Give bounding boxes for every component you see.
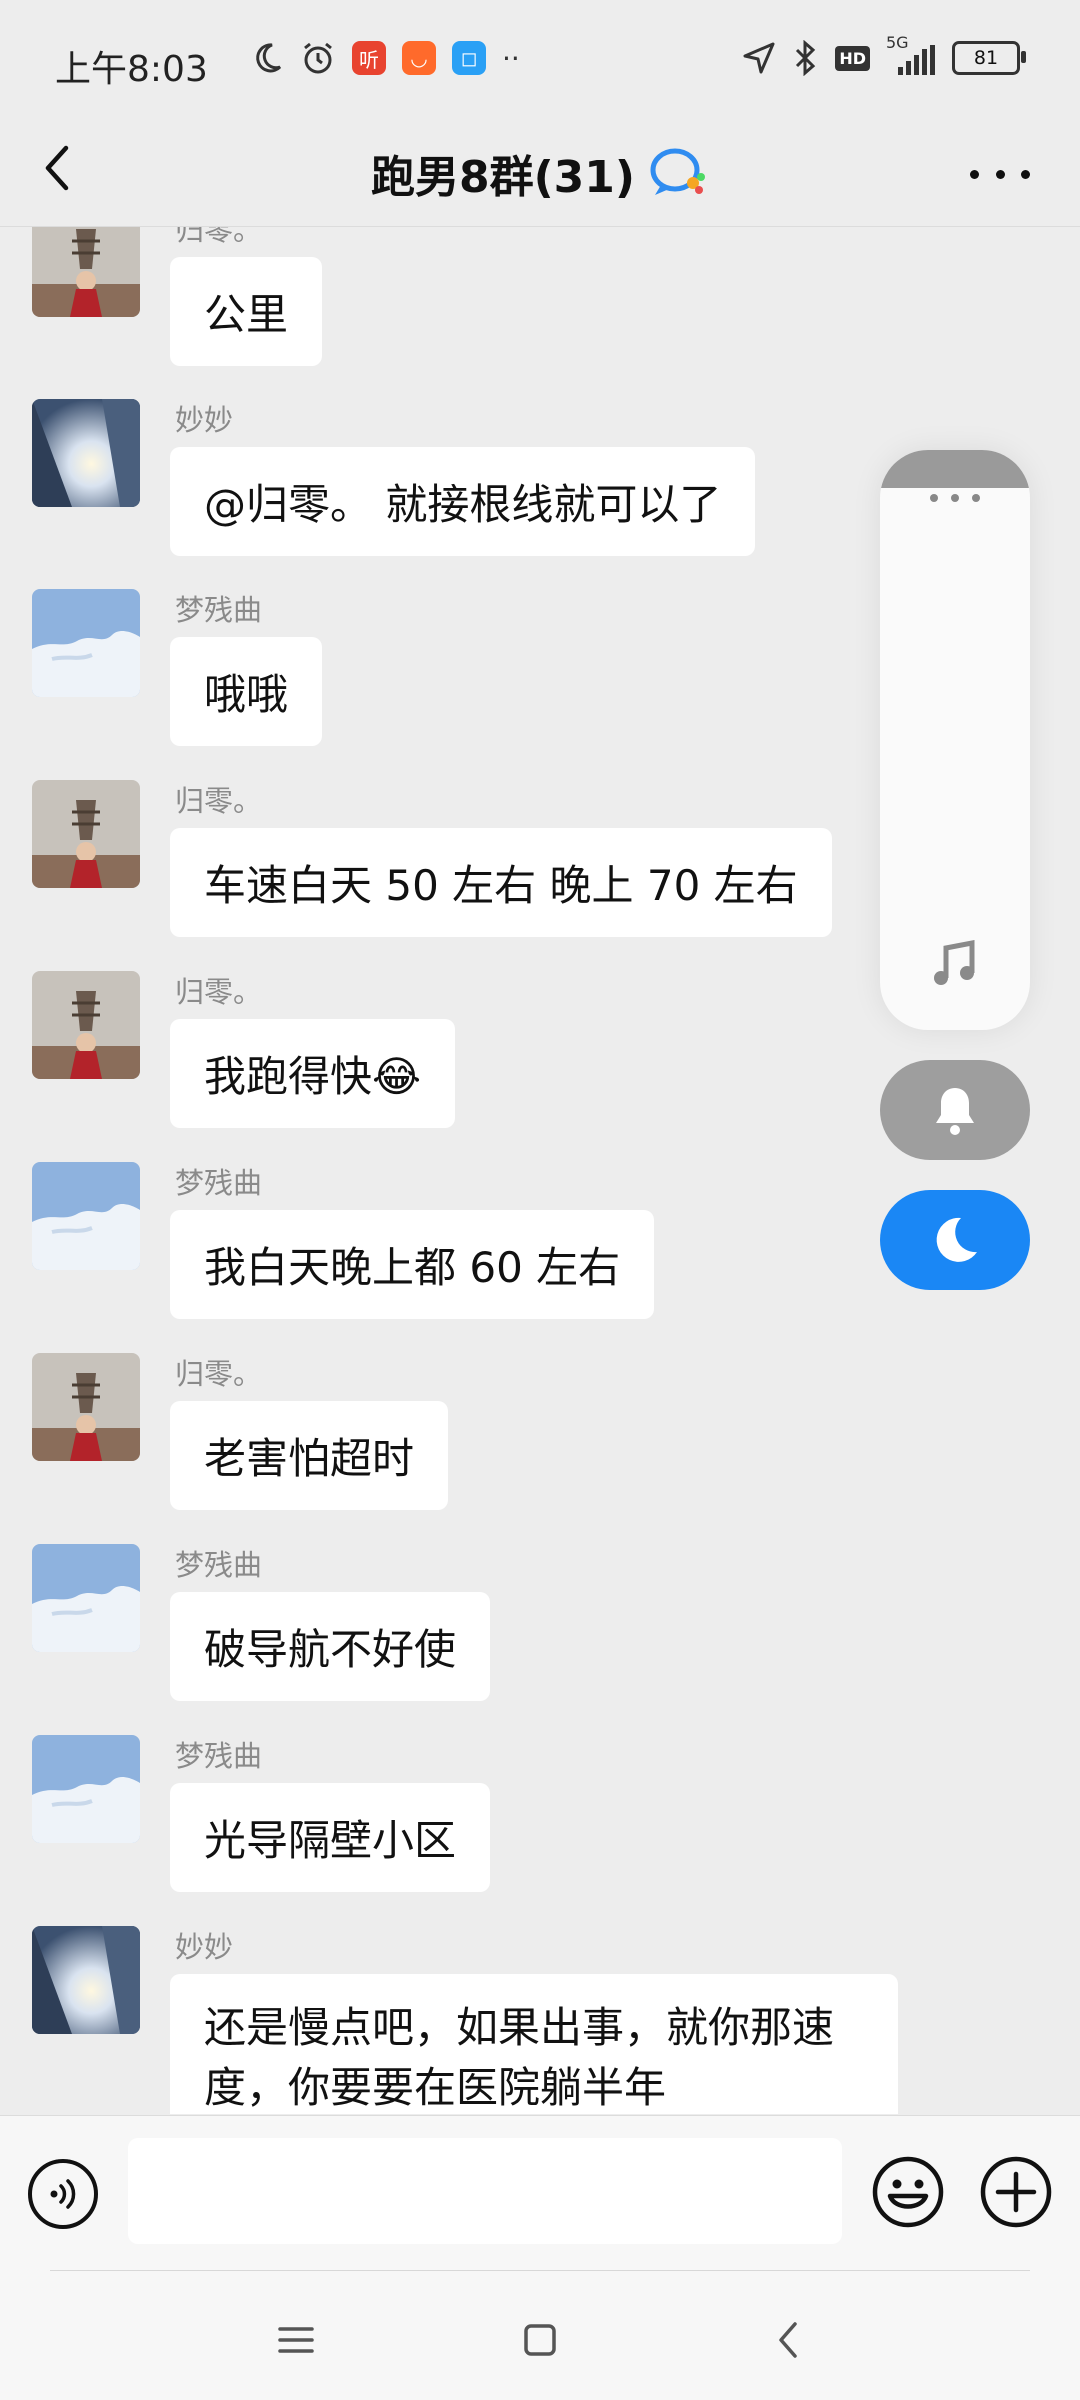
moon-icon [936, 1217, 977, 1262]
message-bubble[interactable]: 破导航不好使 [170, 1592, 491, 1701]
floating-control-panel[interactable] [880, 450, 1030, 1030]
bell-icon [936, 1088, 974, 1135]
sunset-building-avatar[interactable] [32, 399, 140, 507]
chat-title: 跑男8群(31) [370, 152, 636, 203]
tower-avatar[interactable] [32, 780, 140, 888]
sender-name: 梦残曲 [175, 593, 263, 627]
message-bubble[interactable]: 老害怕超时 [170, 1401, 449, 1510]
plus-circle-icon [980, 2156, 1052, 2228]
more-options-button[interactable] [970, 154, 1030, 194]
listen-app-icon: 听 [352, 41, 386, 75]
message-bubble[interactable]: 我跑得快😂 [170, 1019, 456, 1128]
sunset-building-avatar[interactable] [32, 1926, 140, 2034]
nav-divider [50, 2270, 1030, 2271]
add-attachment-button[interactable] [978, 2154, 1054, 2230]
message-bubble[interactable]: 哦哦 [170, 637, 323, 746]
bluetooth-icon [796, 40, 816, 76]
sky-cloud-avatar[interactable] [32, 1735, 140, 1843]
smiley-icon [872, 2156, 944, 2228]
sender-name: 梦残曲 [175, 1166, 263, 1200]
message-item: 归零。 公里 [0, 227, 1080, 387]
message-bubble[interactable]: @归零。 就接根线就可以了 [170, 447, 756, 556]
sender-name: 妙妙 [175, 1930, 234, 1964]
tower-avatar[interactable] [32, 971, 140, 1079]
sender-name: 归零。 [175, 975, 263, 1009]
home-button[interactable] [510, 2310, 570, 2370]
title-wrap: 跑男8群(31) [0, 138, 1080, 208]
message-text: 我跑得快 [204, 1052, 373, 1101]
message-bubble[interactable]: 还是慢点吧，如果出事，就你那速度，你要要在医院躺半年 [170, 1974, 898, 2114]
signal-icon: 5G [886, 33, 936, 75]
message-item: 归零。 老害怕超时 [0, 1341, 1080, 1531]
panel-dots-icon[interactable] [930, 494, 980, 502]
tower-avatar[interactable] [32, 227, 140, 317]
sender-name: 梦残曲 [175, 1548, 263, 1582]
status-right: HD 5G 81 [741, 33, 1026, 76]
home-square-icon [524, 2324, 556, 2356]
shopping-app-icon: ◡ [402, 41, 436, 75]
sky-cloud-avatar[interactable] [32, 1162, 140, 1270]
voice-icon [50, 2179, 76, 2209]
location-icon [743, 42, 775, 74]
sky-cloud-avatar[interactable] [32, 1544, 140, 1652]
system-navigation-bar [0, 2270, 1080, 2400]
sender-name: 归零。 [175, 784, 263, 818]
sender-name: 梦残曲 [175, 1739, 263, 1773]
chat-app-icon: ◻ [452, 41, 486, 75]
message-bubble[interactable]: 车速白天 50 左右 晚上 70 左右 [170, 828, 832, 937]
voice-input-button[interactable] [28, 2159, 98, 2229]
sender-name: 妙妙 [175, 403, 234, 437]
message-item: 梦残曲 光导隔壁小区 [0, 1723, 1080, 1913]
status-time: 上午8:03 [55, 49, 208, 90]
message-bubble[interactable]: 我白天晚上都 60 左右 [170, 1210, 655, 1319]
music-note-icon[interactable] [932, 940, 978, 988]
chevron-left-icon [779, 2322, 797, 2358]
panel-drag-handle[interactable] [880, 450, 1030, 488]
message-input-bar [0, 2115, 1080, 2271]
recent-apps-button[interactable] [266, 2310, 326, 2370]
sender-name: 归零。 [175, 1357, 263, 1391]
emoji-button[interactable] [870, 2154, 946, 2230]
sky-cloud-avatar[interactable] [32, 589, 140, 697]
system-back-button[interactable] [758, 2310, 818, 2370]
message-bubble[interactable]: 公里 [170, 257, 323, 366]
status-app-icons: 听 ◡ ◻ ·· [250, 40, 520, 76]
chat-header: 跑男8群(31) [0, 124, 1080, 227]
do-not-disturb-button[interactable] [880, 1190, 1030, 1290]
alarm-icon [304, 42, 332, 74]
message-bubble[interactable]: 光导隔壁小区 [170, 1783, 491, 1892]
battery-level: 81 [973, 47, 999, 69]
message-item: 梦残曲 破导航不好使 [0, 1532, 1080, 1722]
status-bar: 上午8:03 听 ◡ ◻ ·· HD 5G 81 [0, 0, 1080, 124]
battery-indicator: 81 [952, 41, 1026, 75]
laughing-tears-emoji-icon: 😂 [372, 1052, 422, 1101]
dot-icon [970, 169, 979, 179]
hd-badge: HD [835, 45, 870, 71]
dot-icon [995, 169, 1005, 179]
moon-status-icon [256, 43, 282, 73]
message-input[interactable] [128, 2138, 842, 2244]
menu-icon [278, 2327, 314, 2353]
tower-avatar[interactable] [32, 1353, 140, 1461]
message-item: 妙妙 还是慢点吧，如果出事，就你那速度，你要要在医院躺半年 [0, 1914, 1080, 2114]
dot-icon [1021, 169, 1030, 179]
bell-button[interactable] [880, 1060, 1030, 1160]
group-chat-badge-icon [650, 148, 706, 195]
sender-name: 归零。 [175, 227, 263, 247]
more-notifications-icon: ·· [502, 41, 520, 75]
